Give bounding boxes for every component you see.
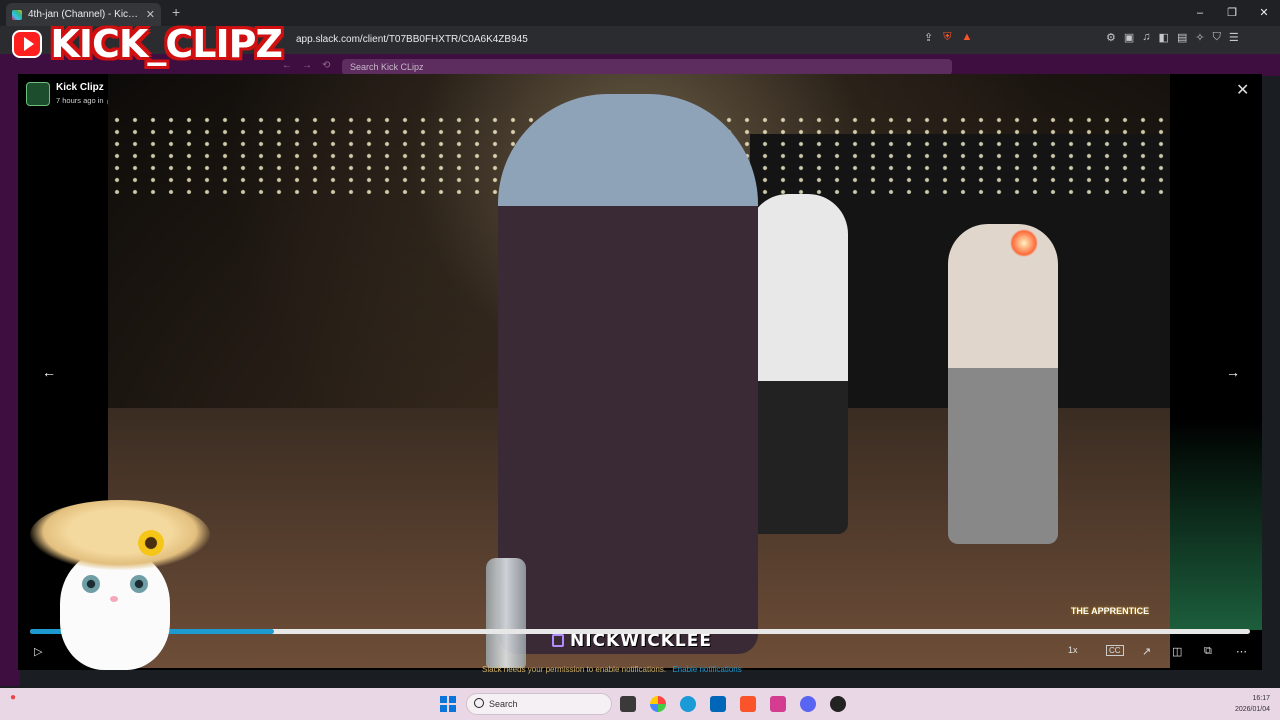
previous-file-button[interactable]: ←: [42, 364, 56, 380]
toolbar-icons: ⚙ ▣ ♫ ◧ ▤ ✧ ⛉ ☰: [1106, 31, 1239, 44]
person-white-hoodie: [748, 194, 848, 534]
url-field[interactable]: app.slack.com/client/T07BB0FHXTR/C0A6K4Z…: [296, 34, 528, 45]
taskbar-search[interactable]: Search: [466, 693, 612, 715]
edge-icon[interactable]: [680, 696, 696, 712]
person-filming: [948, 224, 1058, 544]
file-explorer-icon[interactable]: [620, 696, 636, 712]
youtube-logo-icon: [12, 30, 43, 58]
store-icon[interactable]: [710, 696, 726, 712]
channel-logo: KICK_CLIPZ: [12, 22, 283, 66]
vpn-icon[interactable]: ⛉: [1213, 31, 1221, 44]
picture-in-picture-icon[interactable]: ⧉: [1204, 645, 1212, 658]
tab-title: 4th-jan (Channel) - Kick Clips: [28, 9, 140, 20]
wallet-icon[interactable]: ▤: [1177, 31, 1187, 44]
slack-workspace-rail: [0, 76, 20, 686]
media-icon[interactable]: ♫: [1142, 31, 1150, 44]
avatar[interactable]: [26, 82, 50, 106]
clock-time: 16:17: [1252, 695, 1270, 702]
sunflower-icon: [138, 530, 164, 556]
enable-notifications-link[interactable]: Enable notifications: [672, 665, 741, 674]
discord-icon[interactable]: [800, 696, 816, 712]
straw-hat: [30, 500, 210, 570]
taskbar-apps: [620, 696, 846, 712]
slack-search-input[interactable]: Search Kick CLipz: [342, 59, 952, 75]
uploader-name[interactable]: Kick Clipz: [56, 82, 104, 93]
video-frame[interactable]: [108, 74, 1170, 668]
captions-button[interactable]: CC: [1106, 645, 1124, 656]
tab-close-icon[interactable]: ✕: [146, 8, 155, 21]
brave-rewards-icon[interactable]: ▲: [961, 31, 972, 44]
cat-nose: [110, 596, 118, 602]
streamer-tag: NICKWICKLEE: [570, 631, 712, 651]
sidebar-toggle-icon[interactable]: ◫: [1172, 645, 1182, 658]
obs-icon[interactable]: [830, 696, 846, 712]
more-options-icon[interactable]: ⋯: [1236, 645, 1247, 658]
video-progress-bar[interactable]: [30, 629, 1250, 634]
clock-date: 2026/01/04: [1234, 706, 1270, 713]
sidebar-icon[interactable]: ◧: [1159, 31, 1169, 44]
logo-text: KICK_CLIPZ: [50, 22, 283, 66]
screenshot-icon[interactable]: ▣: [1124, 31, 1134, 44]
close-viewer-button[interactable]: ✕: [1236, 80, 1249, 100]
start-tile-icon: [440, 705, 447, 712]
share-icon[interactable]: ⇪: [924, 31, 933, 44]
search-icon: [474, 698, 484, 708]
notification-badge-icon[interactable]: ●: [10, 692, 16, 703]
next-file-button[interactable]: →: [1226, 364, 1240, 380]
green-screen-edge: [1170, 420, 1262, 630]
brave-icon[interactable]: [740, 696, 756, 712]
new-tab-button[interactable]: +: [172, 4, 180, 20]
cat-eye-left: [82, 575, 100, 593]
fullscreen-icon[interactable]: ↗: [1142, 645, 1151, 658]
start-tile-icon: [449, 696, 456, 703]
address-bar-icons: ⇪ ⛨ ▲: [924, 31, 972, 44]
copilot-icon[interactable]: [650, 696, 666, 712]
leo-ai-icon[interactable]: ✧: [1195, 31, 1204, 44]
slack-favicon-icon: [12, 9, 22, 20]
cat-avatar-overlay: [30, 500, 210, 690]
notification-text: Slack needs your permission to enable no…: [482, 665, 667, 674]
start-button[interactable]: [440, 696, 456, 712]
camera-light: [1010, 229, 1038, 257]
water-bottle: [486, 558, 526, 668]
start-tile-icon: [449, 705, 456, 712]
menu-icon[interactable]: ☰: [1229, 31, 1239, 44]
twitch-icon: [552, 634, 564, 647]
slack-history-nav[interactable]: ←→⟲: [282, 60, 340, 71]
brave-shield-icon[interactable]: ⛨: [943, 31, 951, 44]
app-icon[interactable]: [770, 696, 786, 712]
minimize-button[interactable]: –: [1184, 0, 1216, 26]
extensions-icon[interactable]: ⚙: [1106, 31, 1116, 44]
show-badge: THE APPRENTICE: [1070, 606, 1150, 616]
system-clock[interactable]: 16:17 2026/01/04: [1220, 693, 1270, 715]
window-controls: – ❐ ✕: [1184, 0, 1280, 26]
cat-eye-right: [130, 575, 148, 593]
start-tile-icon: [440, 696, 447, 703]
notification-banner: Slack needs your permission to enable no…: [482, 665, 742, 674]
person-hooded-plaid: [498, 94, 758, 654]
playback-speed-button[interactable]: 1x: [1068, 645, 1078, 655]
maximize-button[interactable]: ❐: [1216, 0, 1248, 26]
close-window-button[interactable]: ✕: [1248, 0, 1280, 26]
